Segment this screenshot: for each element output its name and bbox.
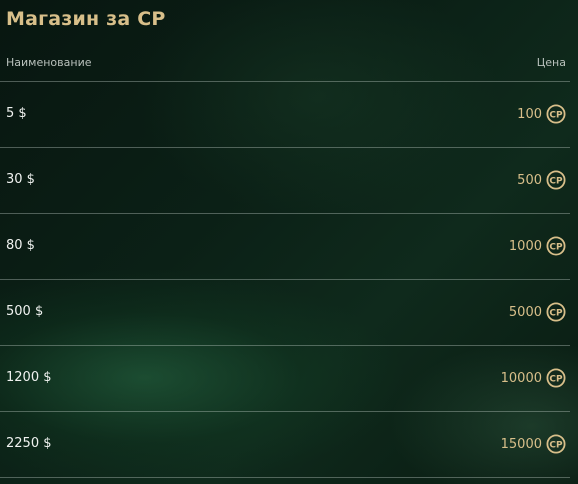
price-value: 10000 xyxy=(500,370,542,386)
cp-coin-icon: CP xyxy=(546,434,566,454)
item-name: 2250 $ xyxy=(6,436,52,451)
table-header: Наименование Цена xyxy=(6,56,570,72)
item-price: 5000 CP xyxy=(509,300,566,324)
table-row[interactable]: 1200 $ 10000 CP xyxy=(0,346,570,412)
svg-text:CP: CP xyxy=(549,441,563,451)
column-header-name: Наименование xyxy=(6,56,92,69)
table-row[interactable]: 2250 $ 15000 CP xyxy=(0,412,570,478)
cp-coin-icon: CP xyxy=(546,170,566,190)
item-price: 10000 CP xyxy=(501,366,566,390)
column-header-price: Цена xyxy=(536,56,566,69)
price-value: 100 xyxy=(517,106,542,122)
cp-coin-icon: CP xyxy=(546,302,566,322)
cp-coin-icon: CP xyxy=(546,236,566,256)
svg-text:CP: CP xyxy=(549,177,563,187)
item-price: 1000 CP xyxy=(509,234,566,258)
item-price: 15000 CP xyxy=(501,432,566,456)
svg-text:CP: CP xyxy=(549,375,563,385)
price-list: 5 $ 100 CP 30 $ 500 CP 80 $ 1000 CP 500 … xyxy=(0,82,578,478)
cp-coin-icon: CP xyxy=(546,368,566,388)
page-title: Магазин за CP xyxy=(6,8,166,30)
svg-text:CP: CP xyxy=(549,111,563,121)
item-name: 1200 $ xyxy=(6,370,52,385)
price-value: 1000 xyxy=(508,238,542,254)
price-value: 500 xyxy=(517,172,542,188)
table-row[interactable]: 500 $ 5000 CP xyxy=(0,280,570,346)
item-price: 100 CP xyxy=(517,102,566,126)
item-price: 500 CP xyxy=(517,168,566,192)
cp-coin-icon: CP xyxy=(546,104,566,124)
price-value: 15000 xyxy=(500,436,542,452)
cp-shop-panel: Магазин за CP Наименование Цена 5 $ 100 … xyxy=(0,0,578,484)
item-name: 80 $ xyxy=(6,238,35,253)
item-name: 500 $ xyxy=(6,304,44,319)
item-name: 5 $ xyxy=(6,106,27,121)
table-row[interactable]: 80 $ 1000 CP xyxy=(0,214,570,280)
table-row[interactable]: 30 $ 500 CP xyxy=(0,148,570,214)
price-value: 5000 xyxy=(508,304,542,320)
table-row[interactable]: 5 $ 100 CP xyxy=(0,82,570,148)
svg-text:CP: CP xyxy=(549,309,563,319)
item-name: 30 $ xyxy=(6,172,35,187)
svg-text:CP: CP xyxy=(549,243,563,253)
